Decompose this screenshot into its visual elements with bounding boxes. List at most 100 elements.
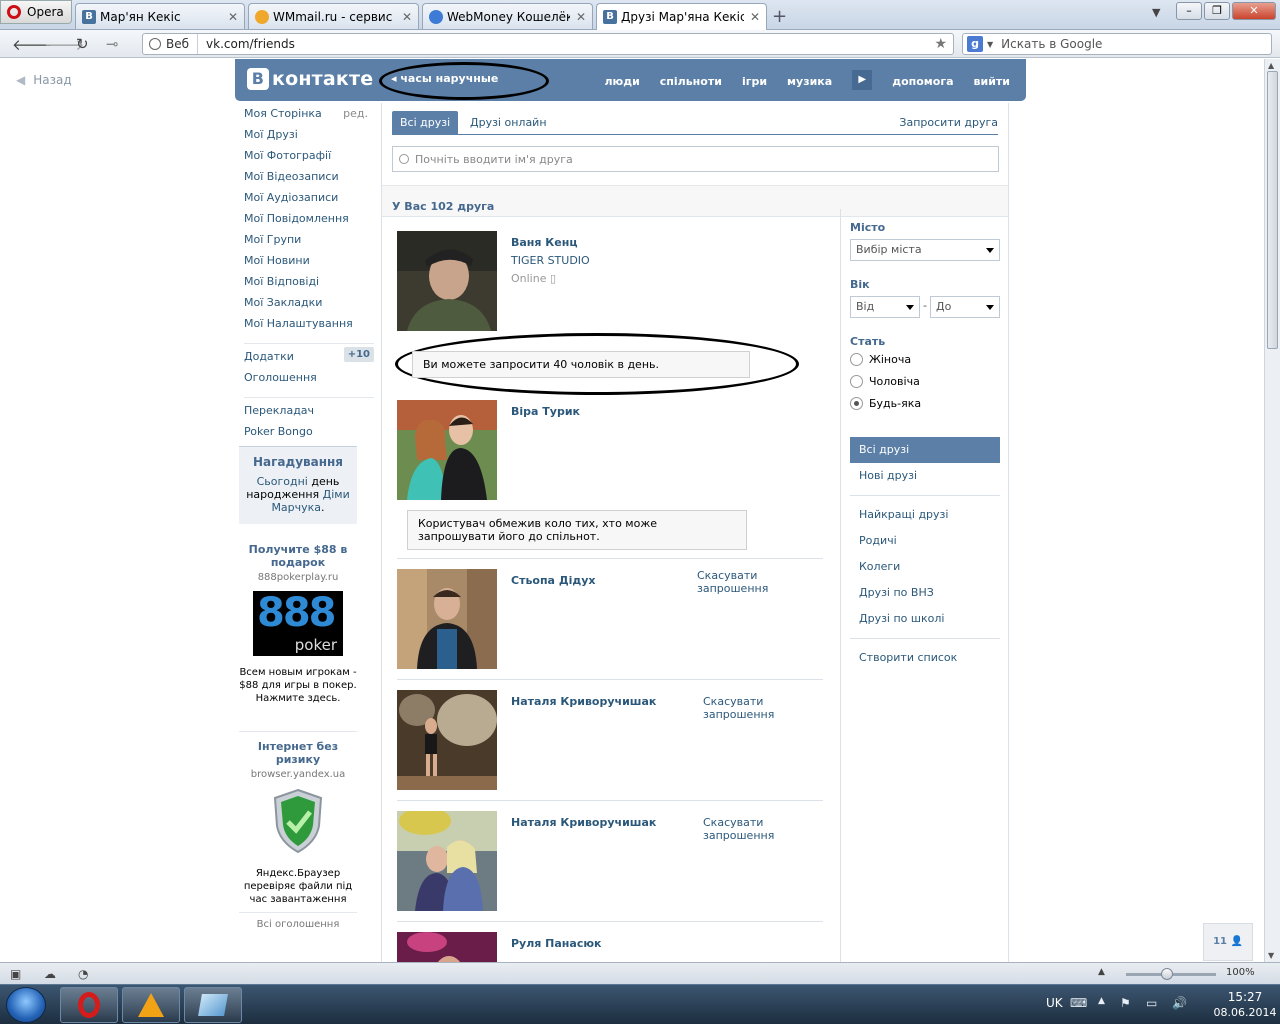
sex-radio-any[interactable]: Будь-яка	[850, 397, 921, 410]
panel-toggle-icon[interactable]: ▣	[10, 967, 21, 981]
left-menu-poker-bongo[interactable]: Poker Bongo	[244, 425, 378, 446]
browser-tab-2[interactable]: WMmail.ru - сервис п... ✕	[248, 3, 419, 29]
taskbar-opera[interactable]	[60, 987, 118, 1023]
browser-tab-3[interactable]: WebMoney Кошелёк »... ✕	[422, 3, 593, 29]
left-menu-videos[interactable]: Мої Відеозаписи	[244, 170, 378, 191]
category-relatives[interactable]: Родичі	[850, 528, 1000, 554]
left-menu-bookmarks[interactable]: Мої Закладки	[244, 296, 378, 317]
888-poker-logo[interactable]: 888 poker	[253, 591, 343, 656]
close-icon[interactable]: ✕	[750, 10, 760, 24]
friend-photo[interactable]	[397, 932, 497, 962]
browser-tab-4-active[interactable]: В Друзі Мар'яна Кекіса |... ✕	[596, 3, 767, 30]
zoom-slider-knob[interactable]	[1161, 968, 1173, 980]
browser-tab-1[interactable]: В Мар'ян Кекіс ✕	[75, 3, 245, 29]
search-engine-input[interactable]: g ▼ Искать в Google	[962, 33, 1272, 55]
cloud-icon[interactable]: ☁	[44, 967, 56, 981]
age-from-select[interactable]: Від	[850, 296, 920, 318]
close-icon[interactable]: ✕	[576, 10, 586, 24]
tab-list-chevron-icon[interactable]: ▼	[1152, 6, 1160, 19]
vk-logo[interactable]: В контакте	[247, 68, 373, 90]
restore-icon[interactable]: ❐	[1204, 2, 1230, 20]
taskbar-explorer[interactable]	[184, 987, 242, 1023]
city-select[interactable]: Вибір міста	[850, 239, 1000, 261]
left-menu-settings[interactable]: Мої Налаштування	[244, 317, 378, 338]
scroll-down-icon[interactable]: ▼	[1268, 951, 1274, 960]
invite-friend-link[interactable]: Запросити друга	[899, 111, 998, 135]
web-chip[interactable]: Веб	[143, 34, 199, 54]
friend-name[interactable]: Наталя Криворучишак	[511, 816, 656, 829]
left-menu-apps[interactable]: Додатки +10	[244, 347, 378, 371]
friend-photo[interactable]	[397, 400, 497, 500]
friend-photo[interactable]	[397, 569, 497, 669]
left-menu-messages[interactable]: Мої Повідомлення	[244, 212, 378, 233]
left-menu-photos[interactable]: Мої Фотографії	[244, 149, 378, 170]
cancel-invite-link[interactable]: Скасувати запрошення	[703, 816, 783, 842]
friend-photo[interactable]	[397, 690, 497, 790]
edit-link[interactable]: ред.	[343, 107, 368, 120]
flag-icon[interactable]: ⚑	[1120, 996, 1131, 1010]
tab-friends-online[interactable]: Друзі онлайн	[462, 111, 555, 135]
top-menu-music[interactable]: музика	[787, 75, 832, 88]
friend-name[interactable]: Віра Турик	[511, 405, 580, 418]
close-icon[interactable]: ✕	[402, 10, 412, 24]
volume-icon[interactable]: 🔊	[1172, 996, 1187, 1010]
back-link[interactable]: ◀ Назад	[16, 73, 72, 87]
friend-university[interactable]: TIGER STUDIO	[511, 254, 590, 267]
language-indicator[interactable]: UK	[1046, 996, 1063, 1010]
friends-online-counter[interactable]: 11 👤	[1203, 923, 1253, 961]
category-new-friends[interactable]: Нові друзі	[850, 463, 1000, 489]
url-input[interactable]: Веб vk.com/friends ★	[142, 33, 954, 55]
create-list-link[interactable]: Створити список	[850, 645, 1000, 671]
ad-title[interactable]: Получите $88 в подарок	[239, 543, 357, 569]
start-button[interactable]	[6, 987, 46, 1023]
left-menu-audio[interactable]: Мої Аудіозаписи	[244, 191, 378, 212]
top-menu-logout[interactable]: вийти	[974, 75, 1010, 88]
close-icon[interactable]: ✕	[228, 10, 238, 24]
friend-name[interactable]: Руля Панасюк	[511, 937, 602, 950]
top-menu-communities[interactable]: спільноти	[660, 75, 722, 88]
category-all-friends[interactable]: Всі друзі	[850, 437, 1000, 463]
sex-radio-male[interactable]: Чоловіча	[850, 375, 920, 388]
friend-name[interactable]: Ваня Кенц	[511, 236, 578, 249]
taskbar-aimp[interactable]	[122, 987, 180, 1023]
ad-poker[interactable]: Получите $88 в подарок 888pokerplay.ru 8…	[239, 543, 357, 705]
left-menu-translator[interactable]: Перекладач	[244, 404, 378, 425]
scroll-up-icon[interactable]: ▲	[1268, 61, 1274, 70]
reload-icon[interactable]: ↻	[76, 35, 89, 53]
friend-search-input[interactable]: Почніть вводити ім'я друга	[392, 146, 999, 172]
ad-yandex-browser[interactable]: Інтернет без ризику browser.yandex.ua Ян…	[239, 731, 357, 906]
ad-title[interactable]: Інтернет без ризику	[239, 740, 357, 766]
left-menu-friends[interactable]: Мої Друзі	[244, 128, 378, 149]
age-to-select[interactable]: До	[930, 296, 1000, 318]
reminder-today-link[interactable]: Сьогодні	[257, 475, 308, 488]
left-menu-my-page[interactable]: Моя Сторінка ред.	[244, 107, 378, 128]
category-colleagues[interactable]: Колеги	[850, 554, 1000, 580]
new-tab-plus-icon[interactable]: +	[772, 6, 787, 27]
cancel-invite-link[interactable]: Скасувати запрошення	[703, 695, 783, 721]
all-ads-link[interactable]: Всі оголошення	[239, 912, 357, 930]
radio-button[interactable]	[850, 375, 863, 388]
category-school-friends[interactable]: Друзі по школі	[850, 606, 1000, 632]
category-best-friends[interactable]: Найкращі друзі	[850, 502, 1000, 528]
network-icon[interactable]: ▭	[1146, 996, 1157, 1010]
clock-date[interactable]: 08.06.2014	[1210, 1006, 1280, 1019]
turbo-gauge-icon[interactable]: ◔	[78, 967, 88, 981]
up-triangle-icon[interactable]: ▲	[1098, 967, 1105, 977]
top-menu-people[interactable]: люди	[604, 75, 639, 88]
left-menu-news[interactable]: Мої Новини	[244, 254, 378, 275]
google-icon[interactable]: g	[967, 36, 983, 52]
friend-name[interactable]: Наталя Криворучишак	[511, 695, 656, 708]
friend-photo[interactable]	[397, 811, 497, 911]
friend-photo[interactable]	[397, 231, 497, 331]
window-close-icon[interactable]: ✕	[1232, 2, 1276, 20]
left-menu-ads[interactable]: Оголошення	[244, 371, 378, 392]
top-menu-games[interactable]: ігри	[742, 75, 767, 88]
chevron-down-icon[interactable]: ▼	[987, 40, 993, 49]
category-university-friends[interactable]: Друзі по ВНЗ	[850, 580, 1000, 606]
radio-button[interactable]	[850, 353, 863, 366]
friend-name[interactable]: Стьопа Дідух	[511, 574, 596, 587]
clock-time[interactable]: 15:27	[1210, 990, 1280, 1004]
scrollbar-thumb[interactable]	[1267, 71, 1278, 349]
keyboard-icon[interactable]: ⌨	[1070, 996, 1087, 1010]
bookmark-star-icon[interactable]: ★	[934, 36, 953, 52]
